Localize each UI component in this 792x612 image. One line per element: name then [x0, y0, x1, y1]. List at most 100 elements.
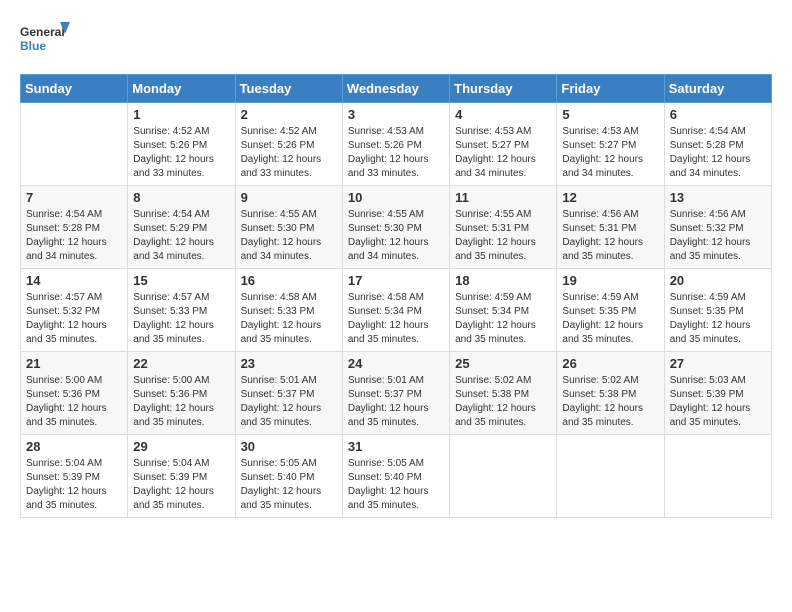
day-info: Sunrise: 5:01 AMSunset: 5:37 PMDaylight:…	[241, 374, 337, 430]
day-info: Sunrise: 4:53 AMSunset: 5:26 PMDaylight:…	[348, 125, 444, 181]
day-number: 18	[455, 273, 551, 288]
day-info: Sunrise: 5:05 AMSunset: 5:40 PMDaylight:…	[241, 457, 337, 513]
day-number: 30	[241, 439, 337, 454]
day-info: Sunrise: 4:59 AMSunset: 5:35 PMDaylight:…	[670, 291, 766, 347]
day-number: 6	[670, 107, 766, 122]
calendar-cell: 19 Sunrise: 4:59 AMSunset: 5:35 PMDayligh…	[557, 269, 664, 352]
day-number: 24	[348, 356, 444, 371]
day-info: Sunrise: 4:55 AMSunset: 5:31 PMDaylight:…	[455, 208, 551, 264]
day-info: Sunrise: 5:00 AMSunset: 5:36 PMDaylight:…	[133, 374, 229, 430]
logo-svg: General Blue	[20, 20, 70, 58]
day-info: Sunrise: 4:57 AMSunset: 5:33 PMDaylight:…	[133, 291, 229, 347]
day-number: 5	[562, 107, 658, 122]
calendar-week-row: 7 Sunrise: 4:54 AMSunset: 5:28 PMDaylight…	[21, 186, 772, 269]
day-number: 4	[455, 107, 551, 122]
day-info: Sunrise: 4:59 AMSunset: 5:35 PMDaylight:…	[562, 291, 658, 347]
day-number: 25	[455, 356, 551, 371]
calendar-week-row: 1 Sunrise: 4:52 AMSunset: 5:26 PMDaylight…	[21, 103, 772, 186]
day-info: Sunrise: 4:52 AMSunset: 5:26 PMDaylight:…	[241, 125, 337, 181]
calendar-cell: 3Sunrise: 4:53 AMSunset: 5:26 PMDaylight…	[342, 103, 449, 186]
day-info: Sunrise: 5:01 AMSunset: 5:37 PMDaylight:…	[348, 374, 444, 430]
day-info: Sunrise: 4:58 AMSunset: 5:34 PMDaylight:…	[348, 291, 444, 347]
day-number: 11	[455, 190, 551, 205]
weekday-header: Friday	[557, 75, 664, 103]
calendar-cell: 12Sunrise: 4:56 AMSunset: 5:31 PMDayligh…	[557, 186, 664, 269]
day-number: 15	[133, 273, 229, 288]
day-number: 10	[348, 190, 444, 205]
calendar-cell: 8Sunrise: 4:54 AMSunset: 5:29 PMDaylight…	[128, 186, 235, 269]
day-number: 16	[241, 273, 337, 288]
calendar-cell	[21, 103, 128, 186]
calendar-cell: 22 Sunrise: 5:00 AMSunset: 5:36 PMDayligh…	[128, 352, 235, 435]
day-number: 29	[133, 439, 229, 454]
day-number: 22	[133, 356, 229, 371]
day-info: Sunrise: 4:54 AMSunset: 5:29 PMDaylight:…	[133, 208, 229, 264]
day-info: Sunrise: 4:57 AMSunset: 5:32 PMDaylight:…	[26, 291, 122, 347]
calendar-header-row: SundayMondayTuesdayWednesdayThursdayFrid…	[21, 75, 772, 103]
day-info: Sunrise: 4:53 AMSunset: 5:27 PMDaylight:…	[455, 125, 551, 181]
calendar-cell: 27 Sunrise: 5:03 AMSunset: 5:39 PMDayligh…	[664, 352, 771, 435]
day-info: Sunrise: 4:56 AMSunset: 5:31 PMDaylight:…	[562, 208, 658, 264]
day-info: Sunrise: 4:54 AMSunset: 5:28 PMDaylight:…	[26, 208, 122, 264]
calendar-cell: 23 Sunrise: 5:01 AMSunset: 5:37 PMDayligh…	[235, 352, 342, 435]
calendar-cell: 1 Sunrise: 4:52 AMSunset: 5:26 PMDaylight…	[128, 103, 235, 186]
day-info: Sunrise: 4:55 AMSunset: 5:30 PMDaylight:…	[241, 208, 337, 264]
weekday-header: Tuesday	[235, 75, 342, 103]
calendar-cell: 18Sunrise: 4:59 AMSunset: 5:34 PMDayligh…	[450, 269, 557, 352]
day-number: 14	[26, 273, 122, 288]
calendar-cell	[664, 435, 771, 518]
day-number: 17	[348, 273, 444, 288]
calendar-cell: 20 Sunrise: 4:59 AMSunset: 5:35 PMDayligh…	[664, 269, 771, 352]
calendar-cell: 6 Sunrise: 4:54 AMSunset: 5:28 PMDaylight…	[664, 103, 771, 186]
day-number: 9	[241, 190, 337, 205]
day-info: Sunrise: 4:55 AMSunset: 5:30 PMDaylight:…	[348, 208, 444, 264]
calendar-cell: 11 Sunrise: 4:55 AMSunset: 5:31 PMDayligh…	[450, 186, 557, 269]
day-info: Sunrise: 4:53 AMSunset: 5:27 PMDaylight:…	[562, 125, 658, 181]
calendar-cell: 30 Sunrise: 5:05 AMSunset: 5:40 PMDayligh…	[235, 435, 342, 518]
day-info: Sunrise: 5:02 AMSunset: 5:38 PMDaylight:…	[455, 374, 551, 430]
weekday-header: Wednesday	[342, 75, 449, 103]
day-number: 26	[562, 356, 658, 371]
calendar-cell: 15 Sunrise: 4:57 AMSunset: 5:33 PMDayligh…	[128, 269, 235, 352]
day-number: 1	[133, 107, 229, 122]
calendar-cell: 26 Sunrise: 5:02 AMSunset: 5:38 PMDayligh…	[557, 352, 664, 435]
day-number: 23	[241, 356, 337, 371]
calendar-cell: 5 Sunrise: 4:53 AMSunset: 5:27 PMDaylight…	[557, 103, 664, 186]
calendar-table: SundayMondayTuesdayWednesdayThursdayFrid…	[20, 74, 772, 518]
day-number: 2	[241, 107, 337, 122]
calendar-cell: 21 Sunrise: 5:00 AMSunset: 5:36 PMDayligh…	[21, 352, 128, 435]
calendar-cell: 28 Sunrise: 5:04 AMSunset: 5:39 PMDayligh…	[21, 435, 128, 518]
svg-text:General: General	[20, 25, 65, 39]
calendar-cell: 2 Sunrise: 4:52 AMSunset: 5:26 PMDaylight…	[235, 103, 342, 186]
weekday-header: Monday	[128, 75, 235, 103]
calendar-cell: 10 Sunrise: 4:55 AMSunset: 5:30 PMDayligh…	[342, 186, 449, 269]
day-number: 28	[26, 439, 122, 454]
weekday-header: Sunday	[21, 75, 128, 103]
day-info: Sunrise: 5:00 AMSunset: 5:36 PMDaylight:…	[26, 374, 122, 430]
day-number: 31	[348, 439, 444, 454]
calendar-cell: 17 Sunrise: 4:58 AMSunset: 5:34 PMDayligh…	[342, 269, 449, 352]
day-info: Sunrise: 5:04 AMSunset: 5:39 PMDaylight:…	[133, 457, 229, 513]
day-info: Sunrise: 5:02 AMSunset: 5:38 PMDaylight:…	[562, 374, 658, 430]
day-info: Sunrise: 5:05 AMSunset: 5:40 PMDaylight:…	[348, 457, 444, 513]
day-info: Sunrise: 4:58 AMSunset: 5:33 PMDaylight:…	[241, 291, 337, 347]
calendar-cell: 31 Sunrise: 5:05 AMSunset: 5:40 PMDayligh…	[342, 435, 449, 518]
calendar-week-row: 14 Sunrise: 4:57 AMSunset: 5:32 PMDayligh…	[21, 269, 772, 352]
day-number: 27	[670, 356, 766, 371]
calendar-cell: 4 Sunrise: 4:53 AMSunset: 5:27 PMDaylight…	[450, 103, 557, 186]
day-info: Sunrise: 4:54 AMSunset: 5:28 PMDaylight:…	[670, 125, 766, 181]
calendar-cell	[557, 435, 664, 518]
day-number: 20	[670, 273, 766, 288]
day-info: Sunrise: 4:52 AMSunset: 5:26 PMDaylight:…	[133, 125, 229, 181]
day-info: Sunrise: 5:03 AMSunset: 5:39 PMDaylight:…	[670, 374, 766, 430]
day-number: 7	[26, 190, 122, 205]
calendar-cell: 9 Sunrise: 4:55 AMSunset: 5:30 PMDaylight…	[235, 186, 342, 269]
calendar-cell: 29 Sunrise: 5:04 AMSunset: 5:39 PMDayligh…	[128, 435, 235, 518]
day-number: 19	[562, 273, 658, 288]
calendar-week-row: 28 Sunrise: 5:04 AMSunset: 5:39 PMDayligh…	[21, 435, 772, 518]
weekday-header: Saturday	[664, 75, 771, 103]
day-number: 21	[26, 356, 122, 371]
calendar-cell: 7 Sunrise: 4:54 AMSunset: 5:28 PMDaylight…	[21, 186, 128, 269]
page-header: General Blue	[20, 20, 772, 58]
day-info: Sunrise: 5:04 AMSunset: 5:39 PMDaylight:…	[26, 457, 122, 513]
